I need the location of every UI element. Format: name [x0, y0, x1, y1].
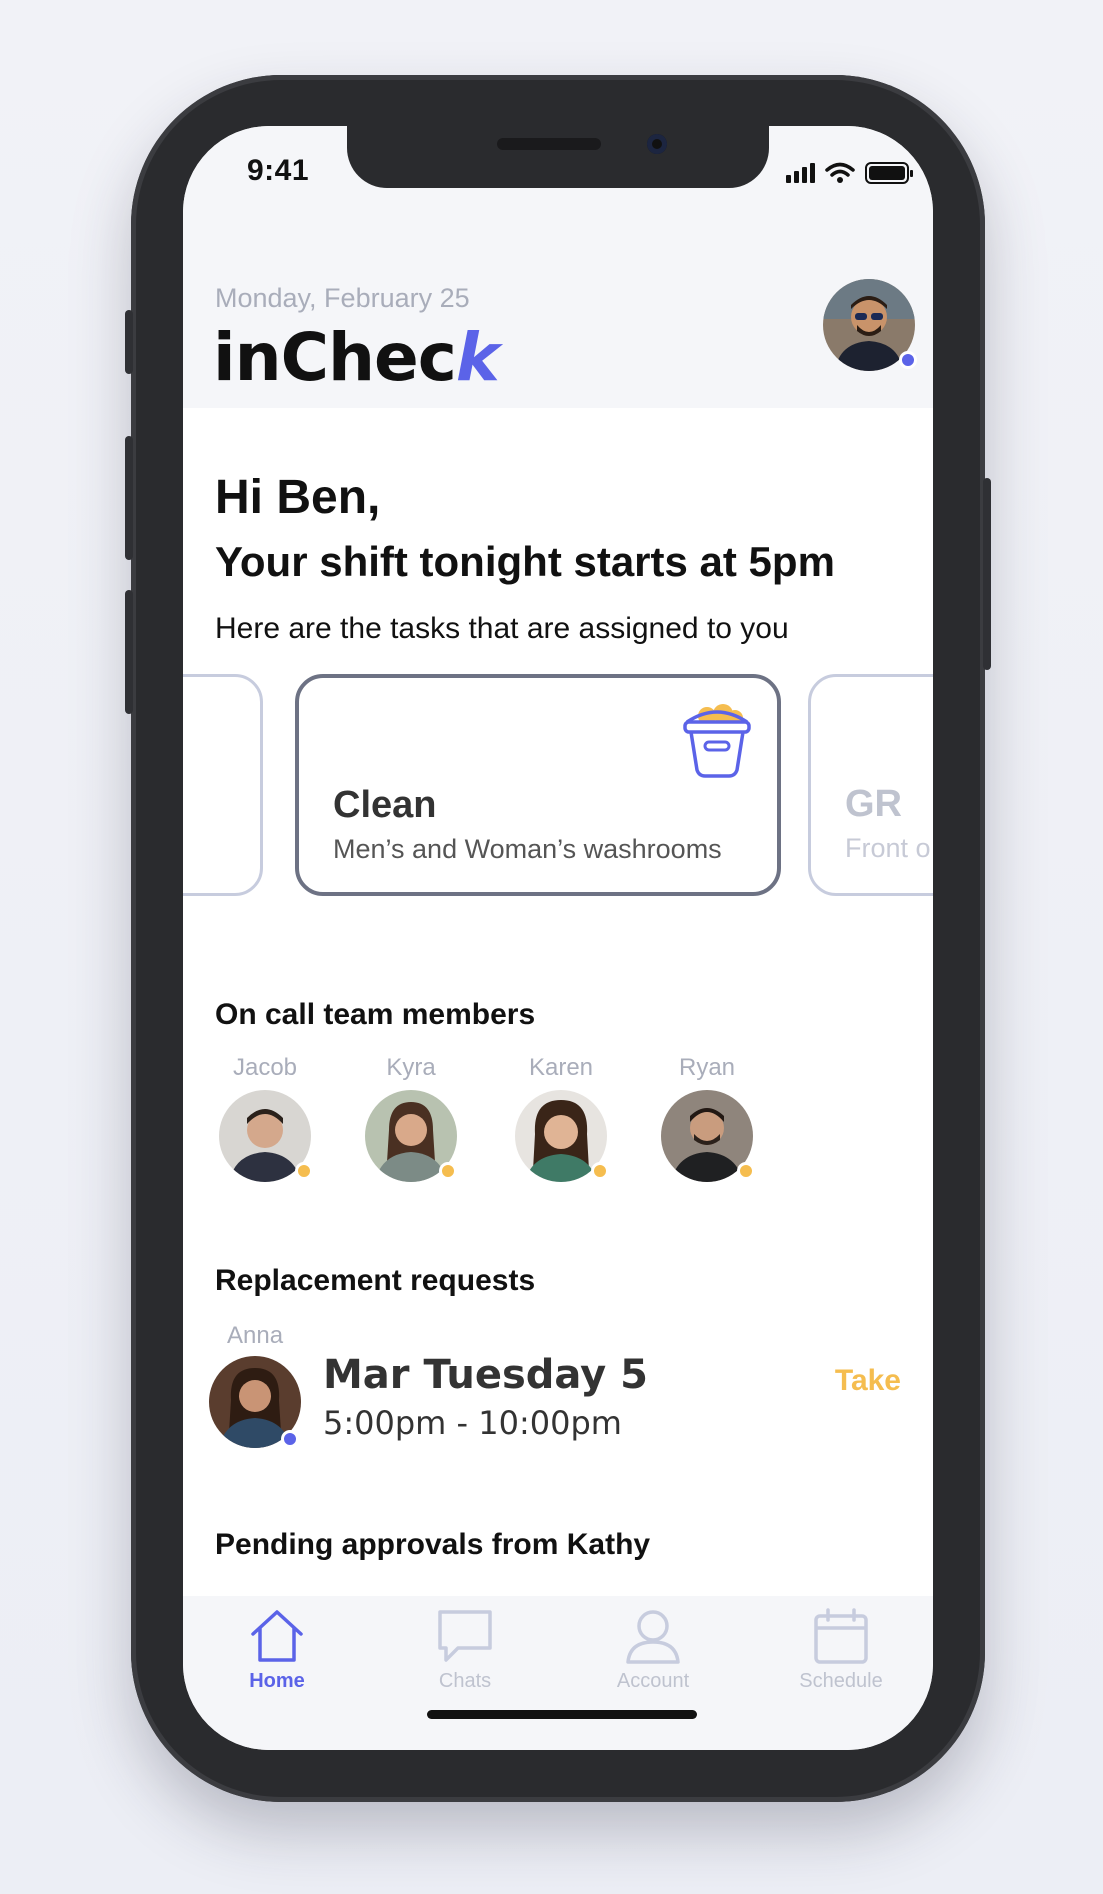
task-card-next[interactable]: GR Front o — [808, 674, 933, 896]
tasks-intro: Here are the tasks that are assigned to … — [215, 612, 789, 645]
tab-chats[interactable]: Chats — [405, 1608, 525, 1693]
member-name: Ryan — [678, 1054, 736, 1081]
tab-schedule[interactable]: Schedule — [781, 1608, 901, 1693]
replacement-request: Anna Mar Tuesday 5 5:00pm - 10:00pm Take — [209, 1322, 909, 1452]
home-indicator[interactable] — [427, 1710, 697, 1719]
task-subtitle: Front o — [845, 833, 931, 863]
app-screen: Monday, February 25 inCheck 9:41 Hi Ben,… — [183, 126, 933, 1750]
pending-approvals-title: Pending approvals from Kathy — [215, 1528, 651, 1561]
avatar — [515, 1090, 609, 1182]
team-member-kyra[interactable]: Kyra — [361, 1054, 461, 1182]
app-logo: inCheck — [213, 319, 500, 396]
tab-bar: Home Chats Account Schedule — [183, 1596, 933, 1750]
task-card-clean[interactable]: Clean Men’s and Woman’s washrooms — [295, 674, 781, 896]
bucket-icon — [683, 704, 751, 778]
member-name: Kyra — [386, 1054, 436, 1081]
logo-text: inChec — [213, 319, 457, 396]
avatar — [365, 1090, 457, 1182]
chat-icon — [438, 1610, 492, 1662]
team-member-karen[interactable]: Karen — [511, 1054, 611, 1182]
status-icons — [786, 162, 913, 184]
tab-home[interactable]: Home — [217, 1608, 337, 1693]
tab-label: Chats — [438, 1670, 492, 1692]
avatar — [661, 1090, 755, 1182]
avatar — [209, 1356, 301, 1448]
tab-label: Schedule — [799, 1670, 883, 1692]
wifi-icon — [825, 162, 855, 183]
online-status-dot — [281, 1430, 299, 1448]
mute-switch — [125, 310, 133, 374]
header-date: Monday, February 25 — [215, 283, 470, 313]
home-icon — [251, 1610, 303, 1662]
take-button[interactable]: Take — [835, 1364, 901, 1398]
task-card-previous[interactable] — [183, 674, 263, 896]
greeting-title: Hi Ben, — [215, 471, 381, 524]
replacement-title: Replacement requests — [215, 1264, 536, 1297]
account-icon — [626, 1610, 680, 1664]
on-call-title: On call team members — [215, 998, 536, 1031]
shift-info: Your shift tonight starts at 5pm — [215, 538, 835, 585]
member-name: Karen — [528, 1054, 594, 1081]
power-button — [983, 478, 991, 670]
team-member-jacob[interactable]: Jacob — [215, 1054, 315, 1182]
task-title: Clean — [333, 784, 437, 826]
battery-icon — [865, 162, 913, 184]
task-title: GR — [845, 783, 902, 825]
on-call-status-dot — [591, 1162, 609, 1180]
online-status-dot — [899, 351, 917, 369]
requester-name: Anna — [227, 1322, 284, 1349]
avatar — [219, 1090, 313, 1182]
front-camera — [647, 134, 667, 154]
logo-check-mark: k — [455, 319, 500, 396]
tab-label: Home — [249, 1670, 305, 1692]
task-subtitle: Men’s and Woman’s washrooms — [333, 834, 722, 864]
volume-up-button — [125, 436, 133, 560]
team-member-ryan[interactable]: Ryan — [657, 1054, 757, 1182]
speaker — [497, 138, 601, 150]
member-name: Jacob — [232, 1054, 298, 1081]
tab-label: Account — [616, 1670, 690, 1692]
request-time: 5:00pm - 10:00pm — [323, 1404, 622, 1442]
calendar-icon — [814, 1608, 868, 1664]
on-call-status-dot — [737, 1162, 755, 1180]
cellular-signal-icon — [786, 163, 815, 183]
tab-account[interactable]: Account — [593, 1608, 713, 1693]
volume-down-button — [125, 590, 133, 714]
status-time: 9:41 — [247, 154, 310, 187]
request-date: Mar Tuesday 5 — [323, 1352, 648, 1398]
profile-avatar[interactable] — [823, 279, 917, 371]
on-call-status-dot — [295, 1162, 313, 1180]
notch — [347, 126, 769, 188]
on-call-status-dot — [439, 1162, 457, 1180]
